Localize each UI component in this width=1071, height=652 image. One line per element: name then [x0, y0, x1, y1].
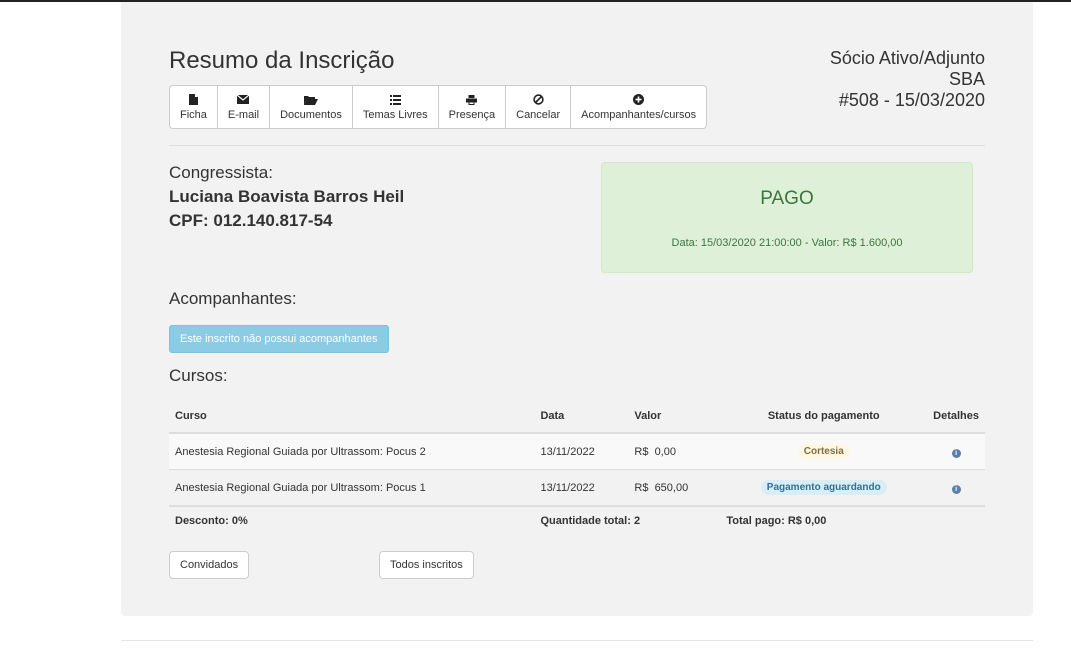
col-valor: Valor [628, 400, 721, 434]
documentos-button[interactable]: Documentos [270, 86, 353, 128]
convidados-button[interactable]: Convidados [169, 551, 250, 579]
details-cell: i [927, 432, 985, 470]
status-badge: Pagamento aguardando [760, 480, 887, 495]
registration-summary-panel: Resumo da Inscrição Ficha E-mail Documen… [121, 2, 1033, 616]
courses-table: Curso Data Valor Status do pagamento Det… [169, 400, 985, 535]
presenca-button[interactable]: Presença [439, 86, 507, 128]
table-row: Anestesia Regional Guiada por Ultrassom:… [169, 432, 985, 470]
info-icon[interactable]: i [951, 448, 961, 458]
course-value: R$ 650,00 [628, 469, 721, 506]
course-date: 13/11/2022 [534, 432, 629, 470]
action-toolbar: Ficha E-mail Documentos Temas Livres Pre… [169, 85, 708, 129]
member-category: Sócio Ativo/Adjunto [829, 48, 985, 68]
todos-inscritos-button[interactable]: Todos inscritos [379, 551, 474, 579]
presenca-label: Presença [448, 109, 496, 121]
acompanhantes-cursos-label: Acompanhantes/cursos [581, 109, 697, 121]
courses-heading: Cursos: [169, 366, 228, 385]
course-value: R$ 0,00 [628, 432, 721, 470]
payment-detail: Data: 15/03/2020 21:00:00 - Valor: R$ 1.… [671, 237, 903, 249]
table-row: Anestesia Regional Guiada por Ultrassom:… [169, 469, 985, 506]
envelope-icon [237, 93, 250, 106]
ban-icon [532, 93, 544, 106]
payment-status: PAGO [760, 188, 814, 209]
col-status: Status do pagamento [720, 400, 928, 434]
member-info: Sócio Ativo/Adjunto SBA #508 - 15/03/202… [830, 48, 985, 111]
payment-status-box: PAGO Data: 15/03/2020 21:00:00 - Valor: … [601, 162, 973, 273]
quantity-total: Quantidade total: 2 [534, 505, 721, 535]
col-data: Data [534, 400, 629, 434]
total-paid: Total pago: R$ 0,00 [720, 505, 985, 535]
course-date: 13/11/2022 [534, 469, 629, 506]
table-header-row: Curso Data Valor Status do pagamento Det… [169, 400, 985, 434]
no-companions-alert: Este inscrito não possui acompanhantes [169, 325, 389, 353]
acompanhantes-cursos-button[interactable]: Acompanhantes/cursos [571, 86, 706, 128]
cancelar-button[interactable]: Cancelar [506, 86, 572, 128]
registration-number: #508 - 15/03/2020 [838, 90, 985, 110]
ficha-button[interactable]: Ficha [170, 86, 218, 128]
ficha-label: Ficha [180, 109, 207, 121]
email-label: E-mail [227, 109, 260, 121]
folder-open-icon [303, 93, 318, 106]
table-footer-row: Desconto: 0% Quantidade total: 2 Total p… [169, 505, 985, 535]
documentos-label: Documentos [280, 109, 342, 121]
col-detalhes: Detalhes [927, 400, 985, 434]
status-cell: Cortesia [720, 432, 928, 470]
status-badge: Cortesia [797, 444, 850, 459]
companions-heading: Acompanhantes: [169, 289, 297, 308]
discount-total: Desconto: 0% [169, 505, 535, 535]
file-icon [188, 93, 198, 106]
status-cell: Pagamento aguardando [720, 469, 928, 506]
header-divider [169, 145, 985, 146]
page-title: Resumo da Inscrição [169, 47, 395, 74]
cancelar-label: Cancelar [516, 109, 561, 121]
col-curso: Curso [169, 400, 535, 434]
temas-livres-label: Temas Livres [362, 109, 428, 121]
congressista-cpf: CPF: 012.140.817-54 [169, 211, 333, 230]
details-cell: i [927, 469, 985, 506]
footer-divider [121, 640, 1033, 641]
course-name: Anestesia Regional Guiada por Ultrassom:… [169, 432, 535, 470]
print-icon [466, 93, 478, 106]
temas-livres-button[interactable]: Temas Livres [353, 86, 439, 128]
list-icon [389, 93, 401, 106]
congressista-name: Luciana Boavista Barros Heil [169, 187, 405, 206]
info-icon[interactable]: i [951, 484, 961, 494]
congressista-label: Congressista: [169, 163, 273, 182]
plus-circle-icon [633, 93, 645, 106]
email-button[interactable]: E-mail [218, 86, 271, 128]
course-name: Anestesia Regional Guiada por Ultrassom:… [169, 469, 535, 506]
member-org: SBA [948, 69, 985, 89]
